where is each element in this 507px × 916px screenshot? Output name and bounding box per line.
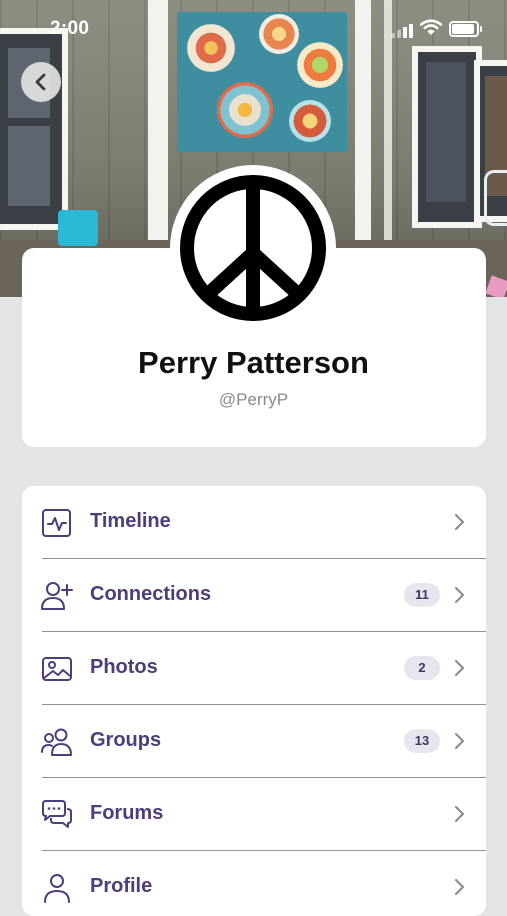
- menu-item-label: Groups: [90, 729, 162, 751]
- chevron-right-icon: [454, 732, 465, 750]
- profile-menu: Timeline Connections 11 Photos 2 Groups …: [22, 486, 486, 916]
- status-time: 2:00: [50, 18, 90, 39]
- profile-name: Perry Patterson: [138, 345, 369, 380]
- count-badge: 11: [404, 583, 440, 607]
- menu-item-timeline[interactable]: Timeline: [22, 486, 486, 559]
- activity-icon: [42, 509, 71, 537]
- chevron-right-icon: [454, 659, 465, 677]
- chat-bubbles-icon: [42, 800, 72, 828]
- group-icon: [41, 728, 72, 756]
- menu-item-groups[interactable]: Groups 13: [22, 705, 486, 778]
- profile-handle: @PerryP: [218, 390, 289, 409]
- menu-item-forums[interactable]: Forums: [22, 778, 486, 851]
- chevron-right-icon: [454, 513, 465, 531]
- image-icon: [42, 657, 72, 681]
- battery-icon: [449, 21, 482, 37]
- menu-item-connections[interactable]: Connections 11: [22, 559, 486, 632]
- chevron-right-icon: [454, 586, 465, 604]
- chevron-right-icon: [454, 805, 465, 823]
- status-bar: 2:00: [0, 0, 507, 56]
- chevron-left-icon: [35, 73, 46, 91]
- avatar[interactable]: [170, 165, 336, 331]
- wifi-icon: [420, 19, 442, 35]
- menu-item-photos[interactable]: Photos 2: [22, 632, 486, 705]
- cellular-signal-icon: [391, 20, 415, 38]
- menu-item-label: Profile: [90, 875, 153, 897]
- chevron-right-icon: [454, 878, 465, 896]
- menu-item-profile[interactable]: Profile: [22, 851, 486, 916]
- count-badge: 13: [404, 729, 440, 753]
- peace-sign-icon: [180, 175, 326, 321]
- count-badge: 2: [404, 656, 440, 680]
- menu-item-label: Photos: [90, 656, 158, 678]
- menu-item-label: Connections: [90, 583, 212, 605]
- menu-item-label: Timeline: [90, 510, 171, 532]
- back-button[interactable]: [21, 62, 61, 102]
- menu-item-label: Forums: [90, 802, 164, 824]
- add-user-icon: [41, 582, 73, 610]
